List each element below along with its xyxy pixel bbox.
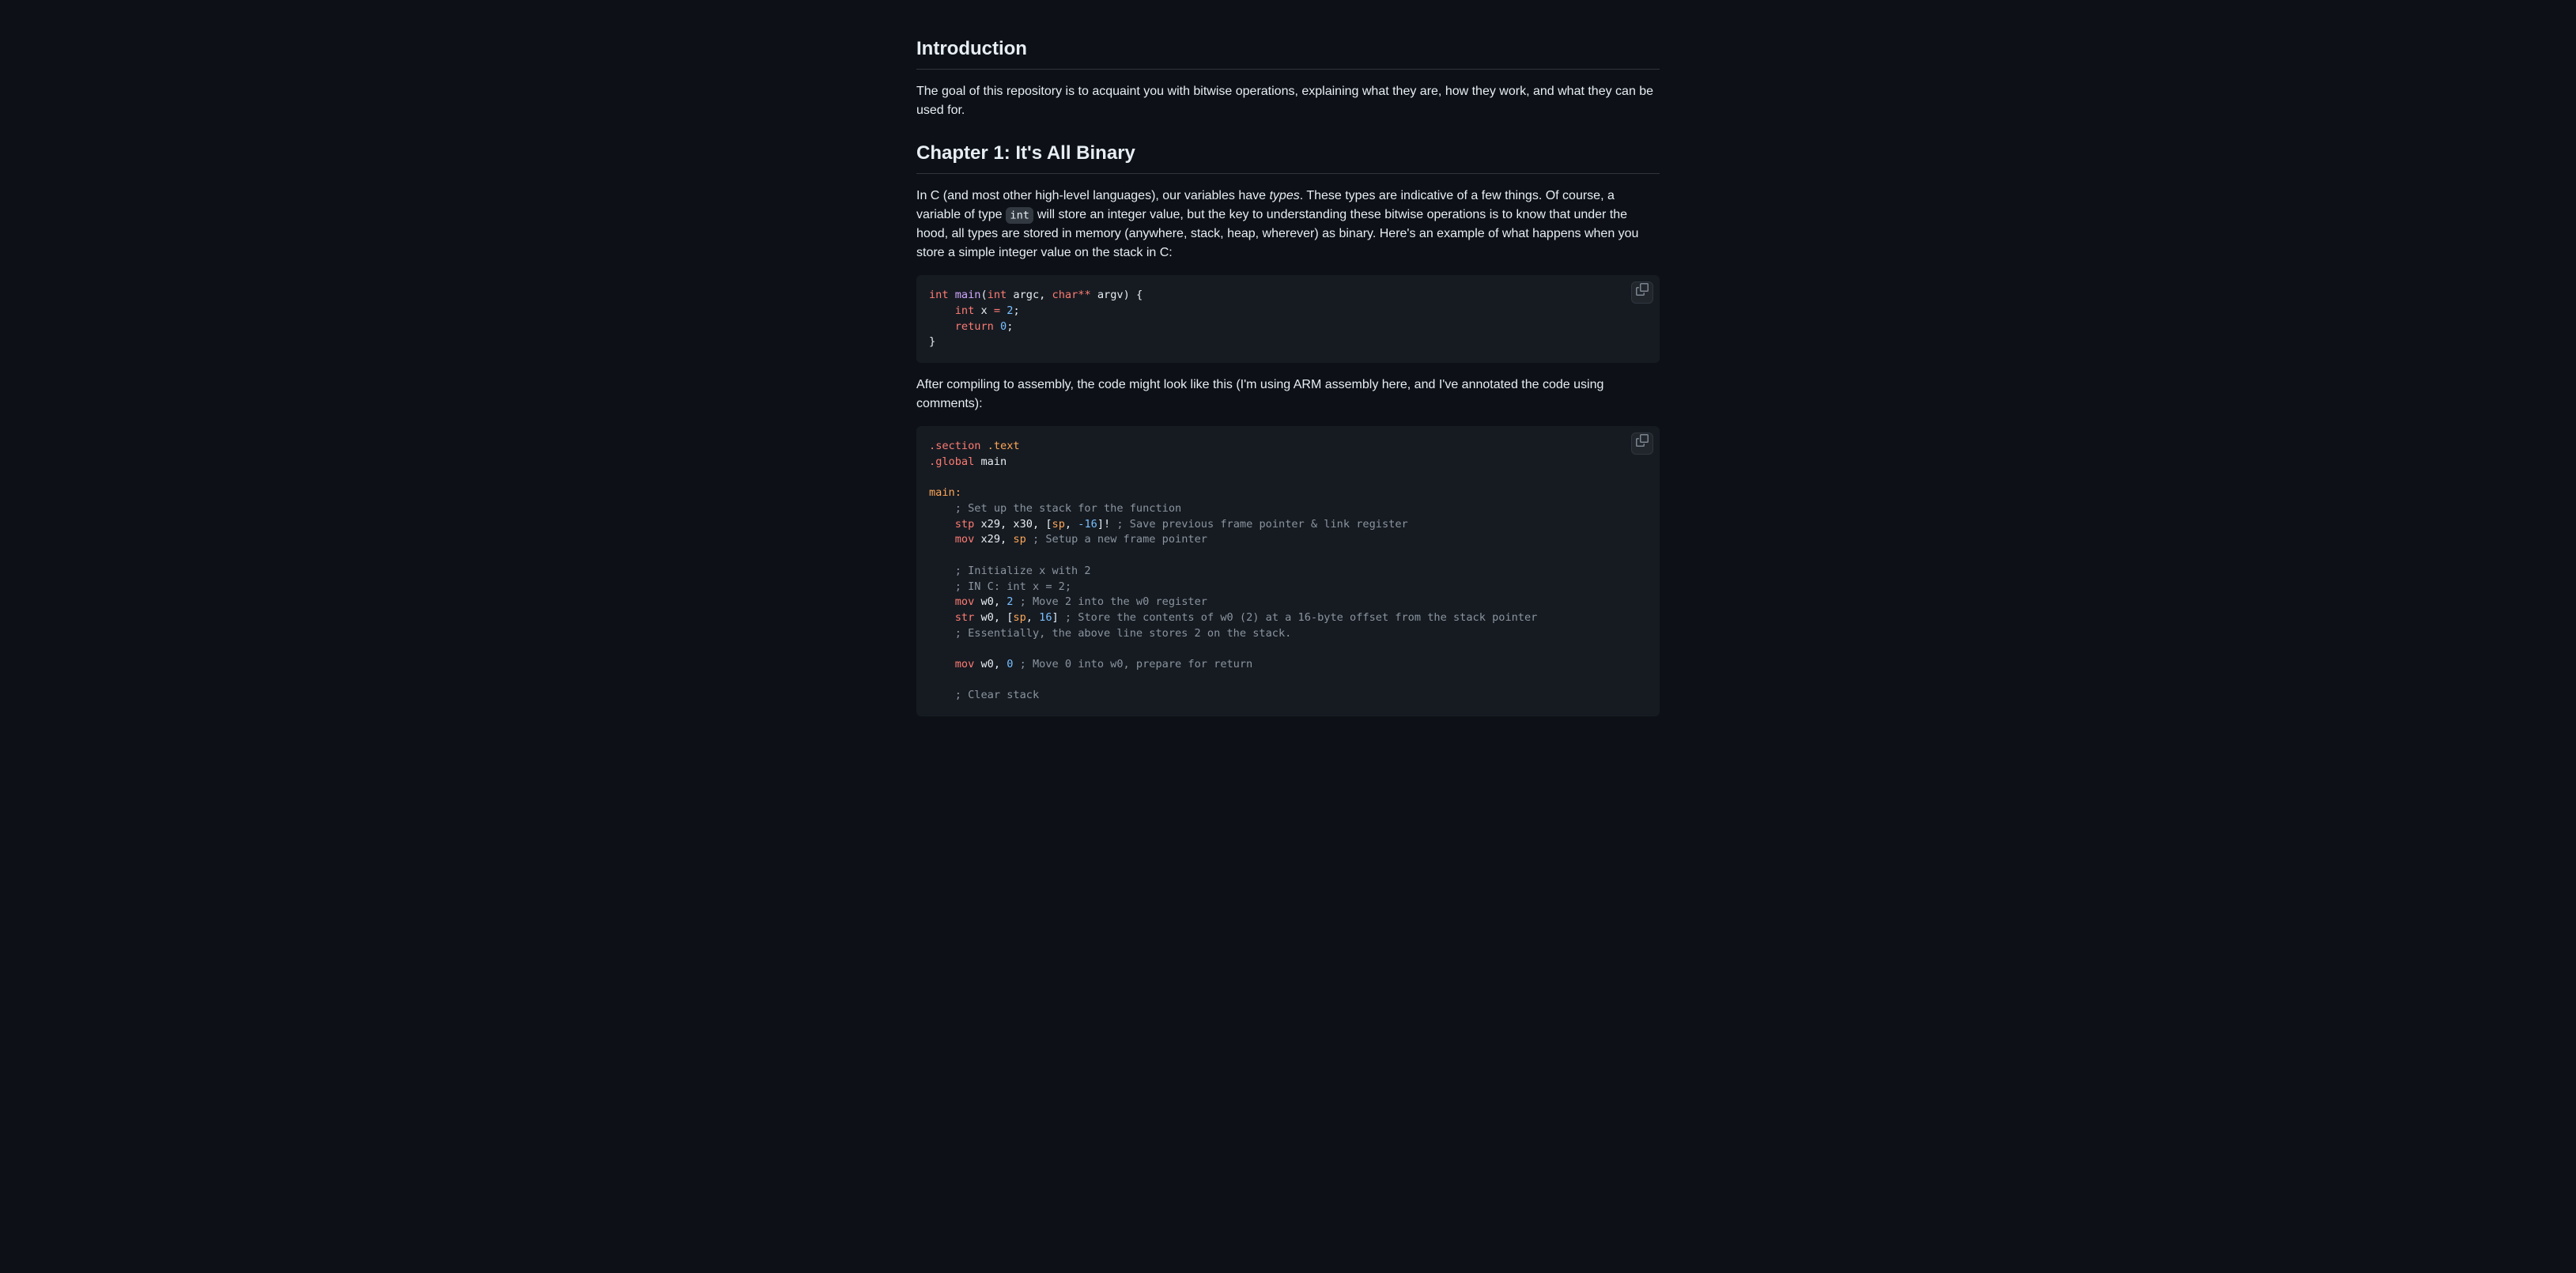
copy-icon: [1636, 434, 1649, 453]
inline-code-int: int: [1006, 207, 1033, 224]
text: In C (and most other high-level language…: [916, 189, 1269, 202]
code-content: int main(int argc, char** argv) { int x …: [916, 275, 1660, 363]
code-block-c: int main(int argc, char** argv) { int x …: [916, 275, 1660, 363]
intro-paragraph: The goal of this repository is to acquai…: [916, 82, 1660, 120]
copy-icon: [1636, 283, 1649, 302]
code-content: .section .text .global main main: ; Set …: [916, 426, 1660, 716]
code-block-asm: .section .text .global main main: ; Set …: [916, 426, 1660, 716]
copy-button[interactable]: [1631, 281, 1653, 304]
chapter1-paragraph: In C (and most other high-level language…: [916, 187, 1660, 263]
heading-introduction: Introduction: [916, 35, 1660, 70]
types-emphasis: types: [1269, 189, 1299, 202]
copy-button[interactable]: [1631, 433, 1653, 455]
heading-chapter1: Chapter 1: It's All Binary: [916, 139, 1660, 174]
after-compile-paragraph: After compiling to assembly, the code mi…: [916, 376, 1660, 414]
